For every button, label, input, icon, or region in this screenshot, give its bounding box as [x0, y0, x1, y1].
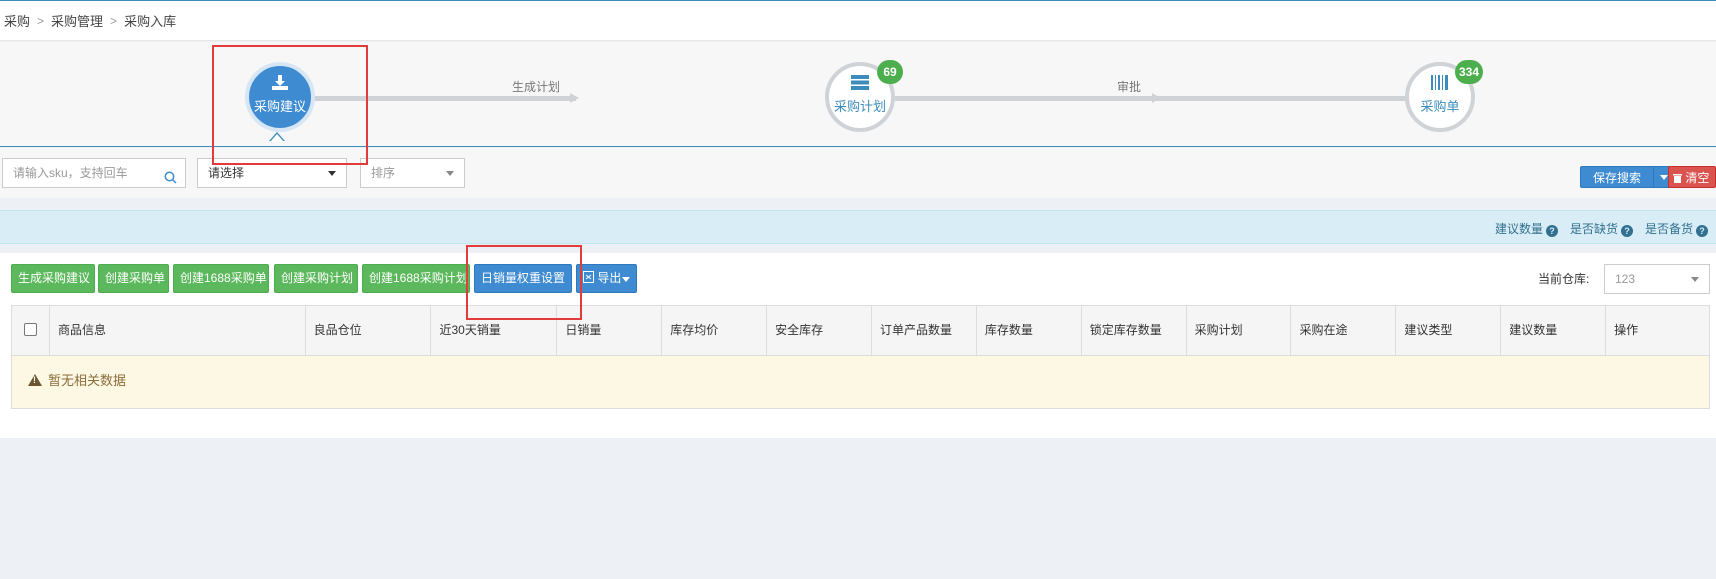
server-icon	[849, 74, 871, 94]
warehouse-select[interactable]: 123	[1604, 264, 1710, 294]
suggestion-table: 商品信息 良品仓位 近30天销量 日销量 库存均价 安全库存 订单产品数量 库存…	[11, 305, 1710, 409]
breadcrumb-separator-icon: >	[37, 13, 45, 28]
clear-search-label: 清空	[1685, 171, 1710, 185]
column-header-good-location[interactable]: 良品仓位	[306, 306, 432, 355]
save-search-button[interactable]: 保存搜索	[1580, 166, 1654, 188]
column-header-actions: 操作	[1614, 323, 1639, 337]
create-purchase-plan-button[interactable]: 创建采购计划	[274, 264, 358, 293]
breadcrumb-separator-icon: >	[110, 13, 118, 28]
info-link-label: 建议数量	[1495, 222, 1544, 236]
chevron-down-icon	[1660, 175, 1668, 180]
step-label: 采购计划	[833, 99, 886, 114]
step-label: 采购单	[1420, 99, 1460, 114]
step-purchase-suggestion[interactable]: 采购建议	[245, 62, 315, 132]
step-count-badge: 69	[877, 60, 903, 84]
create-1688-plan-button[interactable]: 创建1688采购计划	[362, 264, 470, 293]
breadcrumb-item-purchase-management[interactable]: 采购管理	[51, 11, 103, 30]
sort-info-bar: 建议数量? 是否缺货? 是否备货?	[0, 210, 1716, 244]
step-count-badge: 334	[1454, 60, 1483, 84]
track-label-approve: 审批	[1117, 80, 1142, 94]
column-header-avg-stock-price[interactable]: 库存均价	[662, 306, 768, 355]
select-all-cell	[12, 306, 50, 355]
select-all-checkbox[interactable]	[24, 323, 37, 336]
column-header-daily-sales[interactable]: 日销量	[557, 306, 663, 355]
sort-by-suggested-quantity[interactable]: 建议数量?	[1495, 220, 1559, 237]
empty-state-text: 暂无相关数据	[48, 373, 127, 388]
step-purchase-plan[interactable]: 采购计划 69	[825, 60, 903, 132]
search-icon	[164, 166, 177, 184]
breadcrumb-item-purchase-inbound: 采购入库	[124, 14, 177, 29]
table-header: 商品信息 良品仓位 近30天销量 日销量 库存均价 安全库存 订单产品数量 库存…	[12, 306, 1709, 356]
clear-search-button[interactable]: 清空	[1668, 166, 1716, 188]
export-button[interactable]: 导出	[576, 264, 637, 293]
column-header-in-transit[interactable]: 采购在途	[1291, 306, 1397, 355]
barcode-icon	[1429, 74, 1451, 94]
chevron-down-icon	[446, 171, 454, 176]
chevron-down-icon	[1691, 277, 1699, 282]
column-header-product-info[interactable]: 商品信息	[50, 306, 306, 355]
workflow-track	[895, 96, 1158, 101]
workflow-steps: 生成计划 审批 采购建议 采购计划 69 采购单 334	[0, 42, 1716, 147]
download-icon	[269, 74, 291, 94]
create-purchase-order-button[interactable]: 创建采购单	[98, 264, 169, 293]
filter-bar: 请输入sku，支持回车 请选择 排序 保存搜索 清空	[0, 148, 1716, 198]
generate-suggestion-button[interactable]: 生成采购建议	[11, 264, 95, 293]
column-header-safety-stock[interactable]: 安全库存	[767, 306, 872, 355]
chevron-down-icon	[622, 277, 630, 282]
category-select-value: 请选择	[208, 166, 245, 180]
column-header-locked-stock-qty[interactable]: 锁定库存数量	[1082, 306, 1187, 355]
breadcrumb: 采购 > 采购管理 > 采购入库	[0, 1, 1716, 41]
sku-search-input[interactable]: 请输入sku，支持回车	[2, 158, 186, 188]
empty-state-row: 暂无相关数据	[12, 356, 1709, 408]
column-header-purchase-plan[interactable]: 采购计划	[1187, 306, 1292, 355]
info-link-label: 是否缺货	[1570, 222, 1619, 236]
info-link-label: 是否备货	[1645, 222, 1694, 236]
workflow-track	[1158, 96, 1410, 101]
active-step-pointer	[270, 134, 284, 142]
export-label: 导出	[597, 271, 622, 285]
trash-icon	[1673, 171, 1685, 185]
current-warehouse-label: 当前仓库:	[1538, 272, 1590, 286]
create-1688-order-button[interactable]: 创建1688采购单	[173, 264, 269, 293]
column-header-order-product-qty[interactable]: 订单产品数量	[872, 306, 977, 355]
question-circle-icon: ?	[1621, 225, 1634, 237]
column-header-stock-qty[interactable]: 库存数量	[977, 306, 1082, 355]
arrow-right-icon	[570, 93, 579, 103]
sort-select-value: 排序	[371, 166, 396, 180]
column-header-suggestion-type[interactable]: 建议类型	[1396, 306, 1502, 355]
daily-sales-weight-settings-button[interactable]: 日销量权重设置	[474, 264, 572, 293]
warehouse-select-value: 123	[1615, 272, 1636, 286]
sku-search-placeholder: 请输入sku，支持回车	[13, 166, 128, 180]
workflow-track	[312, 96, 576, 101]
chevron-down-icon	[328, 171, 336, 176]
sort-select[interactable]: 排序	[360, 158, 465, 188]
step-purchase-order[interactable]: 采购单 334	[1405, 60, 1483, 132]
question-circle-icon: ?	[1546, 225, 1559, 237]
breadcrumb-item-purchase[interactable]: 采购	[4, 11, 30, 30]
file-export-icon	[583, 271, 597, 285]
column-header-30day-sales[interactable]: 近30天销量	[431, 306, 558, 355]
sort-by-stock-prep[interactable]: 是否备货?	[1645, 220, 1709, 237]
question-circle-icon: ?	[1696, 225, 1709, 237]
column-header-suggested-qty[interactable]: 建议数量	[1501, 306, 1607, 355]
sort-by-out-of-stock[interactable]: 是否缺货?	[1570, 220, 1634, 237]
step-label: 采购建议	[253, 99, 306, 114]
category-select[interactable]: 请选择	[197, 158, 347, 188]
warning-icon	[28, 374, 42, 386]
track-label-generate-plan: 生成计划	[512, 80, 561, 94]
